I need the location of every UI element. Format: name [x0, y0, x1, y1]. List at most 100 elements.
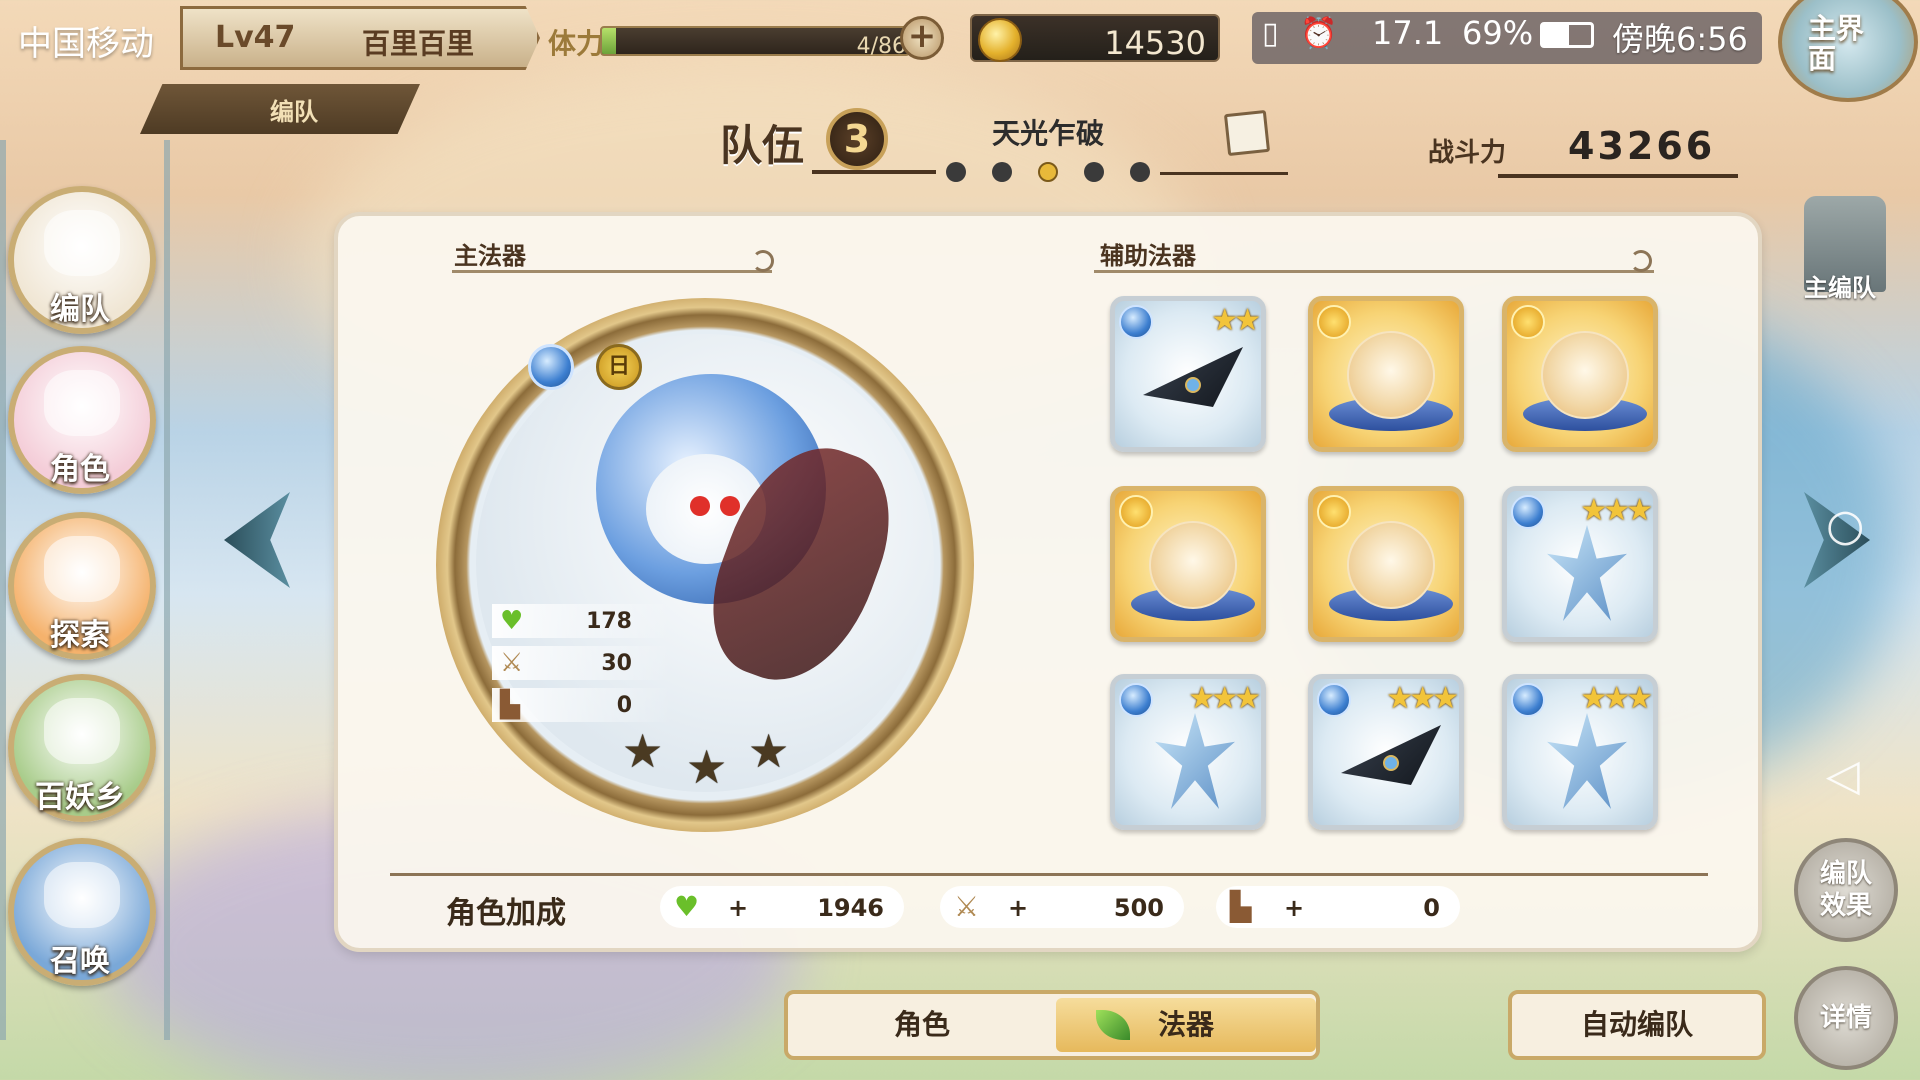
sub-artifact-slot-fire-bowl-artifact[interactable]	[1308, 296, 1464, 452]
team-page-dot[interactable]	[1084, 162, 1104, 182]
carrier-name: 中国移动	[18, 24, 154, 64]
sub-artifact-slot-fire-bowl-artifact[interactable]	[1110, 486, 1266, 642]
bonus-divider	[390, 873, 1708, 876]
swirl-ornament-icon	[1630, 250, 1652, 272]
star-rating-icon: ★★★	[1188, 681, 1261, 716]
nav-label: 角色	[50, 452, 110, 487]
formation-effect-label: 编队效果	[1819, 859, 1872, 921]
sub-artifact-slot-coral-artifact[interactable]: ★★★	[1110, 674, 1266, 830]
nav-label: 编队	[50, 292, 110, 327]
main-artifact-section-line	[452, 270, 772, 273]
gold-counter: 14530	[970, 14, 1220, 62]
main-team-label: 主编队	[1804, 274, 1876, 302]
bonus-hp: ♥ + 1946	[660, 886, 904, 928]
coral-art	[1547, 713, 1627, 809]
auto-formation-button[interactable]: 自动编队	[1508, 990, 1766, 1060]
bonus-attack-value: 500	[1113, 894, 1164, 922]
swirl-ornament-icon	[752, 250, 774, 272]
gem-art	[1185, 377, 1201, 393]
water-element-icon	[1317, 683, 1351, 717]
sword-icon: ⚔	[500, 648, 524, 678]
battery-icon	[1540, 22, 1594, 48]
gold-amount: 14530	[1104, 24, 1206, 62]
crystal-ball-art	[1347, 521, 1435, 609]
sub-artifact-slot-dark-blade-artifact[interactable]: ★★	[1110, 296, 1266, 452]
sword-icon: ⚔	[954, 890, 980, 923]
stamina-label: 体力	[548, 27, 605, 60]
main-speed-stat: ▙ 0	[492, 688, 672, 722]
fire-element-icon	[1511, 305, 1545, 339]
sub-artifact-slot-fire-bowl-artifact[interactable]	[1308, 486, 1464, 642]
bonus-speed: ▙ + 0	[1216, 886, 1460, 928]
star-rating-icon: ★★★	[1580, 493, 1653, 528]
page-tab-label: 编队	[270, 98, 318, 126]
team-name: 天光乍破	[992, 117, 1105, 150]
plus-sign: +	[728, 894, 749, 922]
nav-label: 召唤	[50, 944, 110, 979]
power-label: 战斗力	[1428, 138, 1507, 168]
gem-art	[1383, 755, 1399, 771]
fire-element-icon	[1317, 305, 1351, 339]
sub-artifact-slot-fire-bowl-artifact[interactable]	[1502, 296, 1658, 452]
day-badge-icon: 日	[596, 344, 642, 390]
vibrate-alarm-icons: ▯ ⏰	[1262, 16, 1344, 51]
explore-icon	[44, 536, 120, 602]
crystal-ball-art	[1541, 331, 1629, 419]
main-artifact-section-title: 主法器	[454, 242, 526, 270]
main-attack-stat: ⚔ 30	[492, 646, 672, 680]
team-label: 队伍	[720, 121, 805, 170]
team-number-badge: 3	[826, 108, 888, 170]
tab-artifact[interactable]: 法器	[1056, 998, 1316, 1052]
rename-note-icon[interactable]	[1223, 109, 1271, 157]
android-back-icon[interactable]: ◁	[1826, 750, 1860, 801]
tab-character[interactable]: 角色	[792, 998, 1052, 1052]
previous-team-arrow[interactable]	[224, 492, 290, 588]
team-page-dot[interactable]	[1130, 162, 1150, 182]
sub-artifact-section-title: 辅助法器	[1100, 242, 1196, 270]
bonus-speed-value: 0	[1423, 894, 1440, 922]
power-underline	[1498, 174, 1738, 178]
star-icon: ★	[748, 724, 790, 778]
plus-sign: +	[1284, 894, 1305, 922]
star-icon: ★	[622, 724, 664, 778]
star-rating-icon: ★★★	[1580, 681, 1653, 716]
stamina-meter: 体力 4/86	[548, 18, 932, 60]
leaf-icon	[1096, 1010, 1130, 1040]
formation-icon	[44, 210, 120, 276]
sub-artifact-slot-coral-artifact[interactable]: ★★★	[1502, 674, 1658, 830]
detail-button[interactable]: 详情	[1794, 966, 1898, 1070]
player-level: Lv47	[215, 20, 296, 55]
coral-art	[1155, 713, 1235, 809]
nav-label: 百妖乡	[35, 780, 125, 815]
star-rating-icon: ★★★	[1386, 681, 1459, 716]
battery-percent: 69%	[1462, 14, 1534, 52]
spirit-eye-art	[720, 496, 740, 516]
gold-coin-icon	[978, 18, 1022, 62]
main-speed-value: 0	[616, 693, 632, 718]
team-page-dot[interactable]	[992, 162, 1012, 182]
team-page-dot[interactable]	[1038, 162, 1058, 182]
plus-sign: +	[1008, 894, 1029, 922]
add-stamina-button[interactable]: +	[900, 16, 944, 60]
fire-element-icon	[1317, 495, 1351, 529]
water-element-icon	[1119, 305, 1153, 339]
android-circle-icon[interactable]: ○	[1826, 500, 1864, 551]
crystal-ball-art	[1149, 521, 1237, 609]
home-button-label: 主界面	[1808, 12, 1865, 75]
sub-artifact-slot-coral-artifact[interactable]: ★★★	[1502, 486, 1658, 642]
nav-label: 探索	[50, 618, 110, 653]
heart-icon: ♥	[674, 890, 700, 923]
clock: 傍晚6:56	[1612, 20, 1748, 58]
village-icon	[44, 698, 120, 764]
stamina-bar-fill	[602, 28, 617, 54]
formation-effect-button[interactable]: 编队效果	[1794, 838, 1898, 942]
water-element-icon	[1511, 495, 1545, 529]
team-page-dot[interactable]	[946, 162, 966, 182]
sub-artifact-slot-dark-blade-artifact[interactable]: ★★★	[1308, 674, 1464, 830]
main-hp-value: 178	[586, 609, 632, 634]
boot-icon: ▙	[1230, 890, 1252, 923]
sub-artifact-section-line	[1094, 270, 1654, 273]
bottom-tab-bar: 角色 法器	[784, 990, 1320, 1060]
bonus-label: 角色加成	[446, 896, 566, 931]
crystal-ball-art	[1347, 331, 1435, 419]
